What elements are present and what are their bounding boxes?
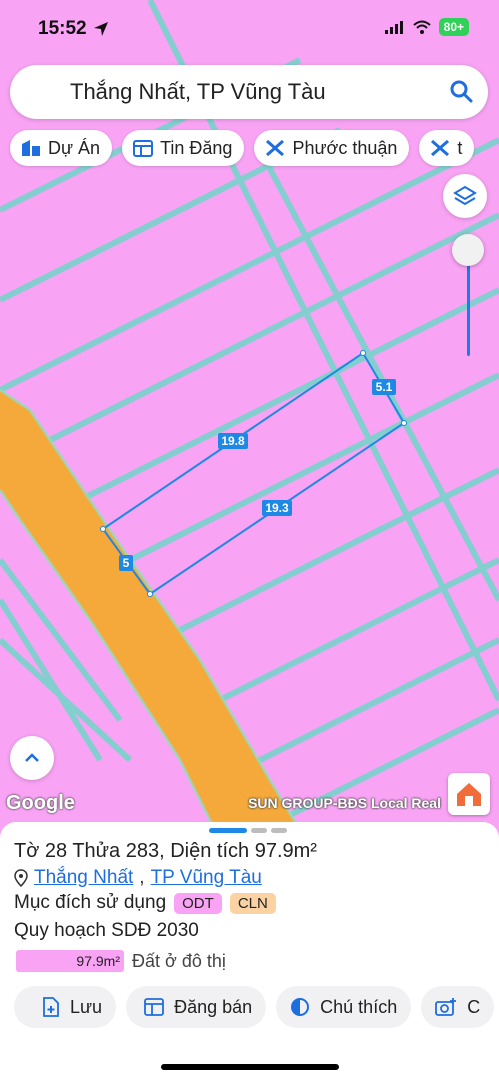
post-sale-button[interactable]: Đăng bán xyxy=(126,986,267,1028)
chip-phuoc-thuan[interactable]: Phước thuận xyxy=(254,130,410,166)
expand-up-button[interactable] xyxy=(10,736,54,780)
location-arrow-icon xyxy=(93,22,108,36)
plan-label: Quy hoạch SDĐ 2030 xyxy=(14,920,199,941)
building-icon xyxy=(22,140,40,156)
svg-text:19.3: 19.3 xyxy=(265,501,289,515)
parcel-boundaries xyxy=(0,0,499,823)
chevron-up-icon xyxy=(25,753,39,762)
plan-area-bar: 97.9m² xyxy=(16,950,124,972)
usage-row: Mục đích sử dụng ODT CLN xyxy=(14,892,276,914)
svg-text:5.1: 5.1 xyxy=(376,380,393,394)
edge-label-left: 5 xyxy=(119,555,133,571)
listing-icon xyxy=(133,140,154,157)
map-canvas[interactable]: 19.8 5.1 19.3 5 xyxy=(0,0,499,830)
add-photo-icon xyxy=(435,998,457,1016)
parcel-address: Thắng Nhất, TP Vũng Tàu xyxy=(14,867,262,889)
plan-description: Đất ở đô thị xyxy=(132,950,226,971)
edge-label-right: 5.1 xyxy=(372,379,396,395)
tools-icon xyxy=(266,139,285,157)
add-file-icon xyxy=(43,997,59,1017)
search-icon[interactable] xyxy=(448,78,474,104)
parcel-title: Tờ 28 Thửa 283, Diện tích 97.9m² xyxy=(14,840,317,862)
listing-icon xyxy=(144,998,164,1016)
save-button[interactable]: Lưu xyxy=(14,986,117,1028)
map-view[interactable]: 19.8 5.1 19.3 5 15:52 80+ Thắng Nhất, TP… xyxy=(0,0,499,830)
address-city-link[interactable]: TP Vũng Tàu xyxy=(151,867,262,889)
opacity-slider-track[interactable] xyxy=(467,252,470,356)
status-time: 15:52 xyxy=(38,18,109,40)
map-attribution: SUN GROUP-BĐS Local Real xyxy=(248,795,441,811)
edge-label-top: 19.8 xyxy=(218,433,248,449)
location-pin-icon xyxy=(14,869,28,887)
battery-icon: 80+ xyxy=(438,18,469,36)
sheet-pager[interactable] xyxy=(209,828,287,833)
usage-tag-cln[interactable]: CLN xyxy=(229,892,276,914)
home-logo-icon xyxy=(457,783,481,806)
tools-icon xyxy=(431,139,450,157)
filter-chips: Dự Án Tin Đăng Phước thuận t xyxy=(10,130,475,166)
usage-label: Mục đích sử dụng xyxy=(14,892,167,913)
address-ward-link[interactable]: Thắng Nhất xyxy=(34,867,133,889)
svg-text:19.8: 19.8 xyxy=(221,434,245,448)
usage-tag-odt[interactable]: ODT xyxy=(174,892,222,914)
opacity-slider-handle[interactable] xyxy=(452,234,484,266)
edge-label-bottom: 19.3 xyxy=(262,500,292,516)
status-bar: 15:52 80+ xyxy=(0,0,499,58)
google-logo: Google xyxy=(6,792,75,814)
chip-more[interactable]: t xyxy=(419,130,475,166)
app-logo[interactable] xyxy=(448,773,490,815)
wifi-icon xyxy=(412,20,431,34)
home-indicator[interactable] xyxy=(161,1064,339,1070)
add-photo-button[interactable]: C xyxy=(421,986,495,1028)
legend-button[interactable]: Chú thích xyxy=(276,986,412,1028)
layers-icon xyxy=(453,185,477,206)
parcel-info-sheet[interactable]: Tờ 28 Thửa 283, Diện tích 97.9m² Thắng N… xyxy=(0,822,499,1080)
layers-button[interactable] xyxy=(443,174,487,218)
action-bar: Lưu Đăng bán Chú thích C xyxy=(14,986,495,1028)
svg-text:5: 5 xyxy=(123,556,130,570)
signal-icon xyxy=(384,21,403,34)
plan-row: 97.9m² Đất ở đô thị xyxy=(16,950,226,972)
chip-tin-dang[interactable]: Tin Đăng xyxy=(122,130,245,166)
chip-du-an[interactable]: Dự Án xyxy=(10,130,113,166)
search-bar[interactable]: Thắng Nhất, TP Vũng Tàu xyxy=(10,65,488,119)
search-query[interactable]: Thắng Nhất, TP Vũng Tàu xyxy=(70,79,326,105)
contrast-icon xyxy=(291,998,310,1016)
